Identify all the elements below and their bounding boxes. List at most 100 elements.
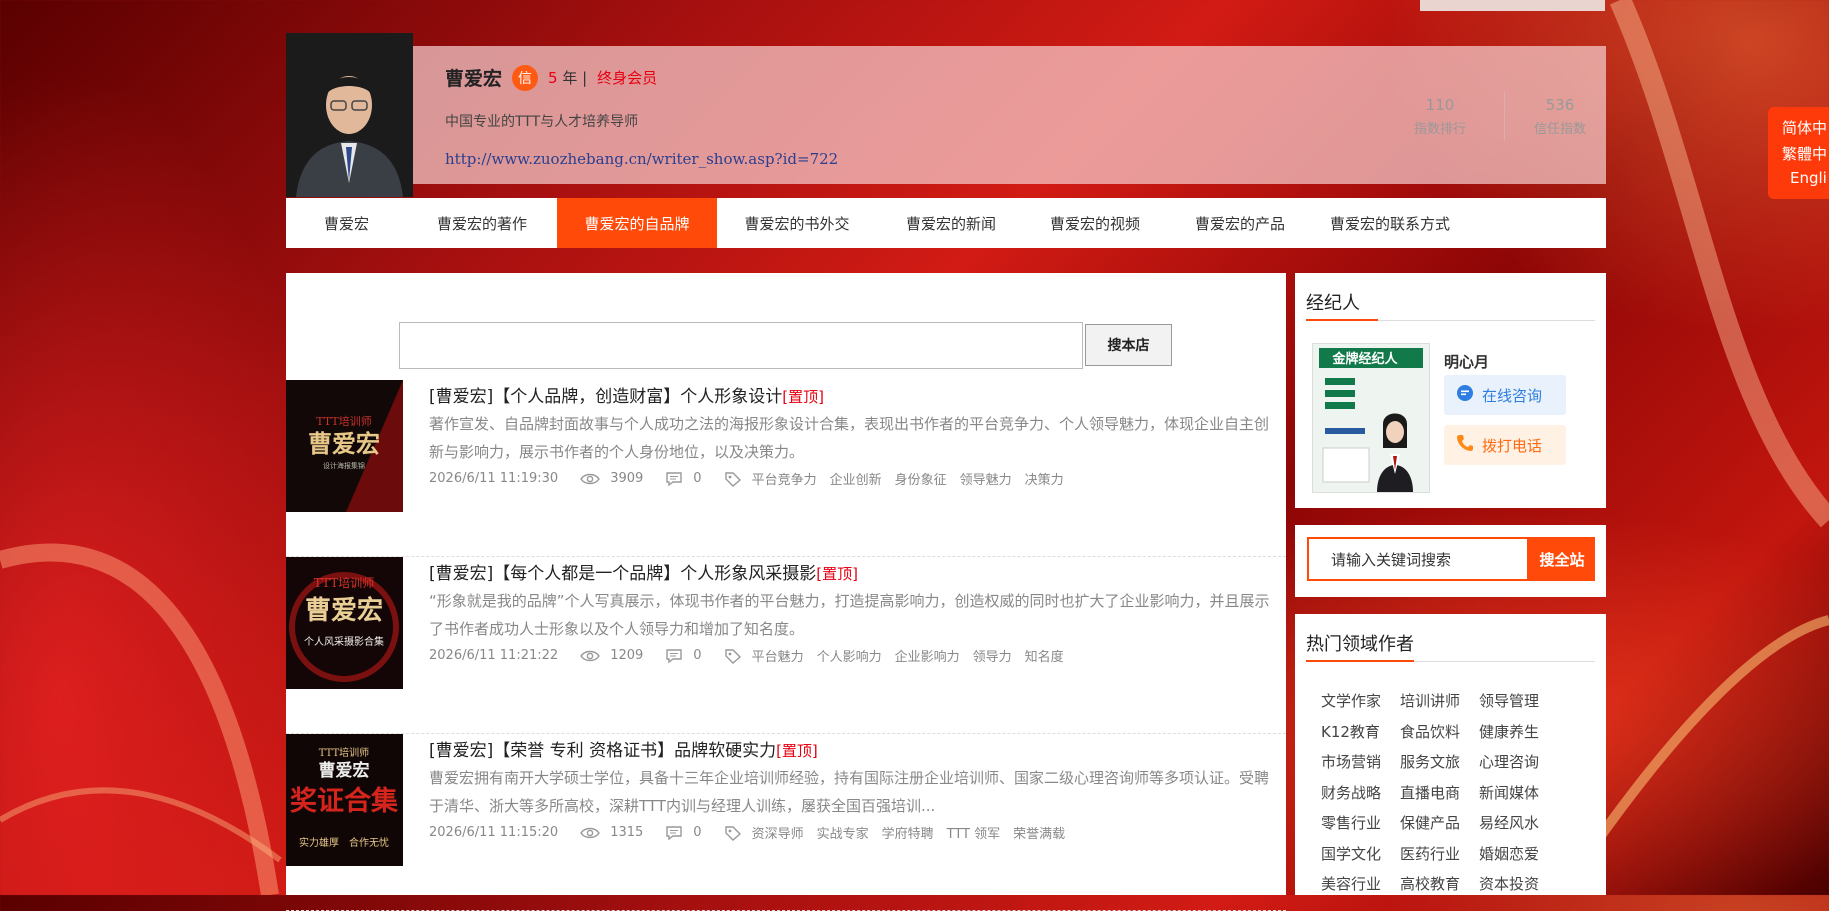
article-tag[interactable]: 身份象征 (895, 469, 947, 488)
agent-panel-title: 经纪人 (1306, 293, 1360, 314)
nav-products[interactable]: 曹爱宏的产品 (1165, 198, 1315, 248)
comment-icon (665, 825, 683, 841)
author-avatar (286, 33, 413, 197)
global-search-panel: 请输入关键词搜索 搜全站 (1295, 525, 1606, 597)
hot-author-category[interactable]: 培训讲师 (1400, 686, 1479, 717)
global-search-button[interactable]: 搜全站 (1529, 537, 1595, 581)
hot-author-category[interactable]: 领导管理 (1479, 686, 1558, 717)
nav-news[interactable]: 曹爱宏的新闻 (877, 198, 1025, 248)
store-search-button[interactable]: 搜本店 (1085, 324, 1172, 366)
membership-years: 5 年 | (548, 69, 588, 87)
article-thumbnail[interactable]: TTT培训师 曹爱宏 个人风采摄影合集 (286, 557, 403, 689)
tag-icon (724, 648, 742, 664)
article-date: 2026/6/11 11:21:22 (429, 648, 559, 663)
hot-author-category[interactable]: 易经风水 (1479, 808, 1558, 839)
hot-author-category[interactable]: 婚姻恋爱 (1479, 839, 1558, 870)
svg-text:TTT培训师: TTT培训师 (319, 746, 369, 759)
hot-author-category[interactable]: 食品饮料 (1400, 717, 1479, 748)
article-tag[interactable]: 个人影响力 (817, 646, 882, 665)
hot-author-category[interactable]: 零售行业 (1321, 808, 1400, 839)
article-thumbnail[interactable]: TTT培训师 曹爱宏 奖证合集 实力雄厚 合作无忧 (286, 734, 403, 866)
article-date: 2026/6/11 11:15:20 (429, 825, 559, 840)
article-tag[interactable]: 企业创新 (830, 469, 882, 488)
member-level[interactable]: 终身会员 (597, 67, 657, 88)
comment-icon (665, 471, 683, 487)
hot-author-category[interactable]: 国学文化 (1321, 839, 1400, 870)
article-tag[interactable]: 学府特聘 (882, 823, 934, 842)
store-search-input[interactable] (399, 322, 1083, 369)
hot-author-category[interactable]: K12教育 (1321, 717, 1400, 748)
svg-text:曹爱宏: 曹爱宏 (305, 595, 383, 626)
article-tag[interactable]: 平台魅力 (752, 646, 804, 665)
main-nav: 曹爱宏 曹爱宏的著作 曹爱宏的自品牌 曹爱宏的书外交 曹爱宏的新闻 曹爱宏的视频… (286, 198, 1606, 248)
svg-text:奖证合集: 奖证合集 (290, 785, 399, 817)
article-item[interactable]: TTT培训师 曹爱宏 奖证合集 实力雄厚 合作无忧 [曹爱宏]【荣誉 专利 资格… (286, 734, 1286, 911)
hot-author-category[interactable]: 医药行业 (1400, 839, 1479, 870)
online-consult-label: 在线咨询 (1482, 386, 1543, 405)
nav-videos[interactable]: 曹爱宏的视频 (1025, 198, 1165, 248)
nav-home[interactable]: 曹爱宏 (286, 198, 407, 248)
nav-diplomacy[interactable]: 曹爱宏的书外交 (717, 198, 877, 248)
author-slogan: 中国专业的TTT与人才培养导师 (445, 114, 639, 130)
svg-text:实力雄厚 合作无忧: 实力雄厚 合作无忧 (299, 836, 389, 849)
hot-author-category[interactable]: 市场营销 (1321, 747, 1400, 778)
pinned-badge: [置顶] (776, 742, 818, 760)
trust-badge-icon: 信 (512, 64, 539, 91)
global-search-input[interactable]: 请输入关键词搜索 (1307, 537, 1529, 581)
article-title[interactable]: [曹爱宏]【每个人都是一个品牌】个人形象风采摄影[置顶] (429, 559, 858, 584)
article-tag[interactable]: TTT 领军 (947, 823, 1001, 842)
pinned-badge: [置顶] (782, 388, 824, 406)
svg-text:TTT培训师: TTT培训师 (314, 575, 374, 590)
agent-panel: 经纪人 金牌经纪人 明心月 在线咨询 拨打电话 (1295, 273, 1606, 508)
hot-author-category[interactable]: 服务文旅 (1400, 747, 1479, 778)
profile-name-row: 曹爱宏 信 5 年 | 终身会员 (445, 64, 657, 91)
article-title[interactable]: [曹爱宏]【荣誉 专利 资格证书】品牌软硬实力[置顶] (429, 736, 818, 761)
online-consult-button[interactable]: 在线咨询 (1444, 375, 1566, 415)
nav-works[interactable]: 曹爱宏的著作 (407, 198, 557, 248)
author-url-link[interactable]: http://www.zuozhebang.cn/writer_show.asp… (445, 150, 838, 168)
article-comments: 0 (693, 648, 702, 663)
article-description: 曹爱宏拥有南开大学硕士学位，具备十三年企业培训师经验，持有国际注册企业培训师、国… (429, 769, 1270, 815)
article-tag[interactable]: 领导力 (973, 646, 1012, 665)
article-thumbnail[interactable]: TTT培训师 曹爱宏 设计海报集锦 (286, 380, 403, 512)
title-underline (1306, 319, 1595, 321)
call-phone-button[interactable]: 拨打电话 (1444, 425, 1566, 465)
nav-self-brand[interactable]: 曹爱宏的自品牌 (557, 198, 717, 248)
article-tag[interactable]: 荣誉满载 (1013, 823, 1065, 842)
hot-author-category[interactable]: 新闻媒体 (1479, 778, 1558, 809)
hot-author-category[interactable]: 健康养生 (1479, 717, 1558, 748)
article-comments: 0 (693, 471, 702, 486)
title-underline (1306, 660, 1595, 662)
article-title[interactable]: [曹爱宏]【个人品牌，创造财富】个人形象设计[置顶] (429, 382, 824, 407)
hot-author-category[interactable]: 保健产品 (1400, 808, 1479, 839)
article-meta: 2026/6/11 11:21:22 1209 0 平台魅力 个人影响力 企业影… (429, 646, 1077, 665)
article-item[interactable]: TTT培训师 曹爱宏 设计海报集锦 [曹爱宏]【个人品牌，创造财富】个人形象设计… (286, 380, 1286, 557)
tag-icon (724, 825, 742, 841)
lang-traditional[interactable]: 繁體中 (1768, 143, 1829, 169)
article-views: 1209 (610, 648, 644, 663)
article-views: 1315 (610, 825, 644, 840)
lang-simplified[interactable]: 简体中 (1768, 117, 1829, 143)
article-tag[interactable]: 实战专家 (817, 823, 869, 842)
lang-english[interactable]: Engli (1768, 169, 1829, 195)
comment-icon (665, 648, 683, 664)
nav-contact[interactable]: 曹爱宏的联系方式 (1315, 198, 1465, 248)
article-tag[interactable]: 资深导师 (752, 823, 804, 842)
call-phone-label: 拨打电话 (1482, 436, 1543, 455)
article-description: 著作宣发、自品牌封面故事与个人成功之法的海报形象设计合集，表现出书作者的平台竞争… (429, 415, 1270, 461)
agent-card-image[interactable]: 金牌经纪人 (1312, 343, 1430, 493)
article-tag[interactable]: 知名度 (1025, 646, 1064, 665)
article-tag[interactable]: 企业影响力 (895, 646, 960, 665)
hot-author-category[interactable]: 直播电商 (1400, 778, 1479, 809)
article-tag[interactable]: 决策力 (1025, 469, 1064, 488)
article-item[interactable]: TTT培训师 曹爱宏 个人风采摄影合集 [曹爱宏]【每个人都是一个品牌】个人形象… (286, 557, 1286, 734)
eye-icon (580, 472, 601, 486)
hot-author-category[interactable]: 心理咨询 (1479, 747, 1558, 778)
article-tag[interactable]: 领导魅力 (960, 469, 1012, 488)
hot-author-category[interactable]: 财务战略 (1321, 778, 1400, 809)
hot-author-category[interactable]: 文学作家 (1321, 686, 1400, 717)
article-date: 2026/6/11 11:19:30 (429, 471, 559, 486)
article-tag[interactable]: 平台竞争力 (752, 469, 817, 488)
svg-text:金牌经纪人: 金牌经纪人 (1331, 351, 1398, 367)
main-content: 搜本店 TTT培训师 曹爱宏 设计海报集锦 [曹爱宏]【个人品牌，创造财富】个人… (286, 273, 1286, 911)
